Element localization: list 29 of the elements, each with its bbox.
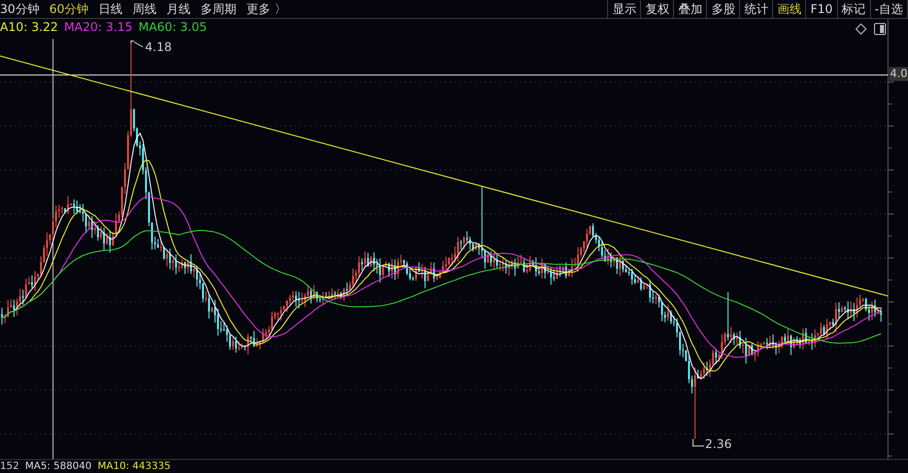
volume-value: MA5: 588040 bbox=[25, 460, 92, 473]
panel-toggle-icon[interactable] bbox=[874, 23, 886, 35]
toolbar-button[interactable]: 多股 bbox=[707, 0, 740, 18]
toolbar-button[interactable]: 显示 bbox=[608, 0, 642, 18]
period-tab[interactable]: 日线 bbox=[98, 0, 123, 18]
period-tab[interactable]: 60分钟 bbox=[49, 0, 89, 18]
toolbar-button[interactable]: 统计 bbox=[740, 0, 774, 18]
period-tab[interactable]: 更多 〉 bbox=[246, 0, 286, 18]
period-tab[interactable]: 30分钟 bbox=[0, 0, 40, 18]
ma-value: A10: 3.22 bbox=[0, 20, 58, 34]
toolbar-button[interactable]: 复权 bbox=[641, 0, 674, 18]
high-price-label: 4.18 bbox=[145, 40, 172, 54]
toolbar-button[interactable]: 画线 bbox=[773, 0, 806, 18]
toolbar-button[interactable]: 叠加 bbox=[674, 0, 708, 18]
period-tab[interactable]: 周线 bbox=[132, 0, 157, 18]
leader-line bbox=[692, 438, 704, 446]
toolbar-button[interactable]: -自选 bbox=[870, 0, 908, 18]
low-price-label: 2.36 bbox=[705, 437, 732, 451]
diamond-icon[interactable] bbox=[855, 23, 867, 35]
ma-value: MA20: 3.15 bbox=[64, 20, 132, 34]
toolbar-button[interactable]: F10 bbox=[806, 0, 838, 18]
volume-value: MA10: 443335 bbox=[98, 460, 171, 473]
period-tab[interactable]: 月线 bbox=[166, 0, 191, 18]
axis-price-label: 4.0 bbox=[889, 67, 908, 81]
toolbar-button[interactable]: 标记 bbox=[838, 0, 871, 18]
period-tab[interactable]: 多周期 bbox=[200, 0, 237, 18]
volume-value: 152 bbox=[0, 460, 20, 473]
ma-value: MA60: 3.05 bbox=[138, 20, 207, 34]
leader-line bbox=[130, 40, 144, 48]
